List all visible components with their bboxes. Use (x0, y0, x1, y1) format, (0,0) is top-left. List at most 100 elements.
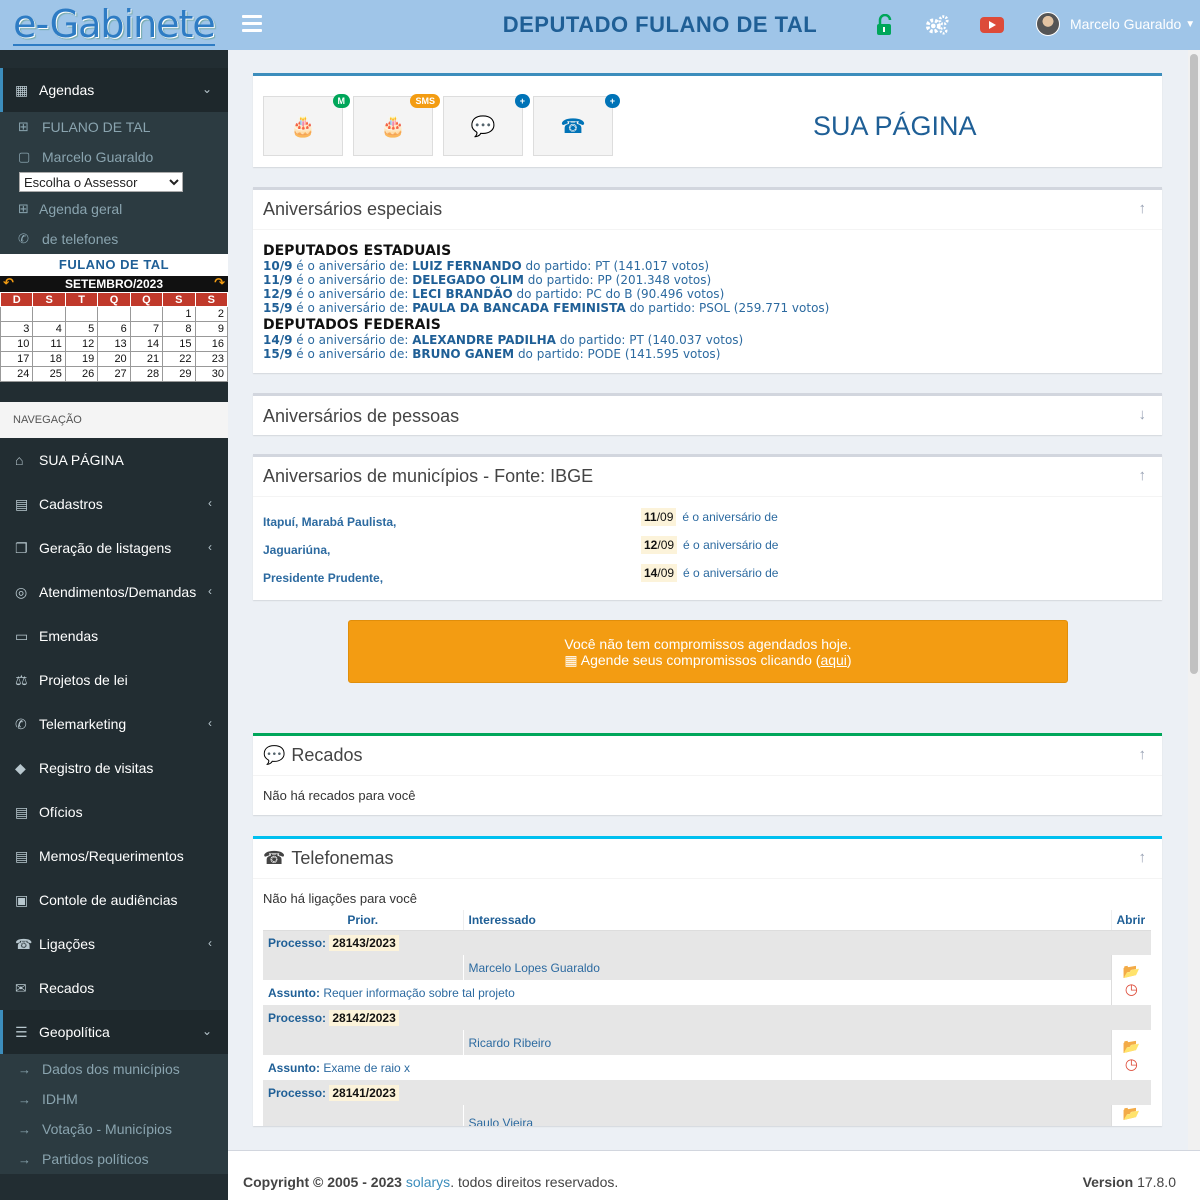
clock-icon[interactable]: ◷ (1117, 1055, 1147, 1073)
prev-month-icon[interactable]: ↶ (3, 275, 14, 291)
calendar-day[interactable]: 16 (194, 336, 229, 352)
shortcut-tile-0[interactable]: 🎂 M (263, 94, 350, 156)
collapse-up-icon[interactable]: ↑ (1139, 849, 1147, 866)
calendar-day[interactable]: 30 (194, 366, 229, 382)
calendar-day[interactable]: 19 (64, 351, 99, 367)
expand-down-icon[interactable]: ↓ (1139, 406, 1147, 423)
interessado-name[interactable]: Marcelo Lopes Guaraldo (462, 955, 1111, 980)
collapse-up-icon[interactable]: ↑ (1139, 746, 1147, 763)
sidebar-item-0[interactable]: ⌂ SUA PÁGINA (0, 438, 228, 482)
cogs-icon[interactable] (924, 12, 950, 38)
interessado-name[interactable]: Saulo Vieira (462, 1105, 1111, 1126)
calendar-day[interactable]: 20 (97, 351, 131, 367)
folder-open-icon[interactable]: 📂 (1117, 1105, 1147, 1122)
geo-item-votacao[interactable]: → Votação - Municípios (0, 1114, 228, 1144)
sidebar-item-11[interactable]: ☎ Ligações ‹ (0, 922, 228, 966)
sidebar-item-7[interactable]: ◆ Registro de visitas (0, 746, 228, 790)
interessado-name[interactable]: Ricardo Ribeiro (462, 1030, 1111, 1055)
municipio-list[interactable]: Jaguariúna, (263, 543, 396, 571)
geo-item-idhm[interactable]: → IDHM (0, 1084, 228, 1114)
weekday-header: D (0, 292, 34, 307)
agenda-geral-link[interactable]: ⊞ Agenda geral (0, 194, 228, 224)
sidebar-item-10[interactable]: ▣ Contole de audiências (0, 878, 228, 922)
calendar-day[interactable]: 23 (194, 351, 229, 367)
calendar-day[interactable]: 9 (194, 321, 229, 337)
calendar-day[interactable]: 24 (0, 366, 34, 382)
user-menu[interactable]: Marcelo Guaraldo ▼ (1036, 12, 1195, 36)
calendar-day[interactable]: 2 (194, 306, 229, 322)
deputado-link[interactable]: LECI BRANDÃO (412, 287, 512, 301)
deputado-link[interactable]: ALEXANDRE PADILHA (412, 333, 556, 347)
sidebar-toggle-icon[interactable] (242, 15, 262, 35)
deputado-link[interactable]: PAULA DA BANCADA FEMINISTA (412, 301, 625, 315)
assessor-select[interactable]: Escolha o Assessor (19, 172, 183, 192)
municipio-list[interactable]: Presidente Prudente, (263, 571, 396, 599)
page-scrollbar[interactable] (1188, 50, 1200, 1150)
calendar-day[interactable]: 17 (0, 351, 34, 367)
aniversario-line: 15/9 é o aniversário de: PAULA DA BANCAD… (263, 301, 830, 315)
sidebar-item-geopolitica[interactable]: ☰ Geopolítica ⌄ (0, 1010, 228, 1054)
calendar-day[interactable]: 21 (129, 351, 164, 367)
solarys-link[interactable]: solarys (406, 1174, 450, 1190)
calendar-day[interactable]: 12 (64, 336, 99, 352)
calendar-day[interactable]: 6 (97, 321, 131, 337)
sidebar-item-1[interactable]: ▤ Cadastros ‹ (0, 482, 228, 526)
municipio-list[interactable]: Itapuí, Marabá Paulista, (263, 515, 396, 543)
youtube-icon[interactable] (979, 12, 1005, 38)
agendar-link[interactable]: aqui (820, 652, 846, 668)
calendar-day[interactable]: 4 (32, 321, 66, 337)
sidebar-item-8[interactable]: ▤ Ofícios (0, 790, 228, 834)
folder-open-icon[interactable]: 📂 (1117, 1038, 1147, 1055)
next-month-icon[interactable]: ↷ (214, 275, 225, 291)
calendar-day[interactable]: 11 (32, 336, 66, 352)
shortcut-tile-1[interactable]: 🎂 SMS (353, 94, 440, 156)
sidebar-item-3[interactable]: ◎ Atendimentos/Demandas ‹ (0, 570, 228, 614)
folder-open-icon[interactable]: 📂 (1117, 963, 1147, 980)
agenda-item-assessor[interactable]: ▢ Marcelo Guaraldo (0, 142, 228, 172)
comments-icon: 💬 (470, 115, 496, 138)
calendar-day[interactable]: 10 (0, 336, 34, 352)
app-logo[interactable]: e-Gabinete (0, 0, 228, 50)
lock-open-icon[interactable] (872, 12, 898, 38)
sidebar-item-9[interactable]: ▤ Memos/Requerimentos (0, 834, 228, 878)
sidebar-item-4[interactable]: ▭ Emendas (0, 614, 228, 658)
calendar-day[interactable]: 25 (32, 366, 66, 382)
deputado-link[interactable]: BRUNO GANEM (412, 347, 514, 361)
calendar-day[interactable]: 15 (162, 336, 196, 352)
sidebar-item-agendas[interactable]: ▦ Agendas ⌄ (0, 68, 228, 112)
shortcut-box: 🎂 M 🎂 SMS 💬 + ☎ + SUA PÁGINA (253, 73, 1162, 167)
calendar-day (64, 306, 99, 322)
agenda-telefones-link[interactable]: ✆ de telefones (0, 224, 228, 254)
deputado-link[interactable]: LUIZ FERNANDO (412, 259, 521, 273)
copy-icon: ❐ (15, 539, 28, 556)
sidebar-item-2[interactable]: ❐ Geração de listagens ‹ (0, 526, 228, 570)
geo-item-partidos[interactable]: → Partidos políticos (0, 1144, 228, 1174)
collapse-up-icon[interactable]: ↑ (1139, 200, 1147, 217)
sidebar-item-5[interactable]: ⚖ Projetos de lei (0, 658, 228, 702)
deputado-link[interactable]: DELEGADO OLIM (412, 273, 524, 287)
sidebar-item-6[interactable]: ✆ Telemarketing ‹ (0, 702, 228, 746)
collapse-up-icon[interactable]: ↑ (1139, 467, 1147, 484)
agendas-submenu: ⊞ FULANO DE TAL ▢ Marcelo Guaraldo Escolha… (0, 112, 228, 254)
calendar-day[interactable]: 26 (64, 366, 99, 382)
shortcut-tile-2[interactable]: 💬 + (443, 94, 530, 156)
agenda-item-owner[interactable]: ⊞ FULANO DE TAL (0, 112, 228, 142)
calendar-day[interactable]: 29 (162, 366, 196, 382)
arrow-right-icon: → (18, 1061, 31, 1077)
calendar-day[interactable]: 7 (129, 321, 164, 337)
clock-icon[interactable]: ◷ (1117, 1122, 1147, 1126)
calendar-day[interactable]: 14 (129, 336, 164, 352)
shortcut-tile-3[interactable]: ☎ + (533, 94, 620, 156)
sidebar-item-12[interactable]: ✉ Recados (0, 966, 228, 1010)
calendar-day[interactable]: 28 (129, 366, 164, 382)
geo-item-dados[interactable]: → Dados dos municípios (0, 1054, 228, 1084)
calendar-day[interactable]: 1 (162, 306, 196, 322)
calendar-day[interactable]: 27 (97, 366, 131, 382)
calendar-day[interactable]: 3 (0, 321, 34, 337)
calendar-day[interactable]: 13 (97, 336, 131, 352)
clock-icon[interactable]: ◷ (1117, 980, 1147, 998)
calendar-day[interactable]: 18 (32, 351, 66, 367)
calendar-day[interactable]: 22 (162, 351, 196, 367)
calendar-day[interactable]: 5 (64, 321, 99, 337)
calendar-day[interactable]: 8 (162, 321, 196, 337)
